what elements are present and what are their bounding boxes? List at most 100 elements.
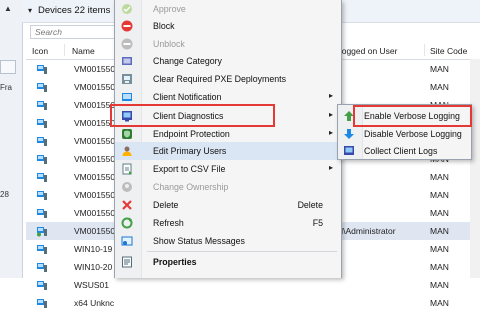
device-name: VM001550 <box>74 172 116 182</box>
computer-icon <box>37 245 47 254</box>
menu-label: Clear Required PXE Deployments <box>153 74 286 84</box>
site-code: MAN <box>430 64 449 74</box>
submenu-label: Disable Verbose Logging <box>364 129 462 139</box>
computer-icon <box>37 227 47 237</box>
site-code: MAN <box>430 244 449 254</box>
collapse-arrow-icon[interactable]: ▲ <box>4 4 12 13</box>
table-row[interactable]: WSUS01 MAN <box>26 276 480 294</box>
pxe-icon <box>122 74 132 84</box>
device-name: VM001550 <box>74 136 116 146</box>
menu-item-show-status[interactable]: Show Status Messages <box>115 232 341 250</box>
search-placeholder: Search <box>35 27 62 37</box>
status-messages-icon <box>121 236 133 246</box>
menu-item-delete[interactable]: Delete Delete <box>115 196 341 214</box>
device-name: WIN10-19 <box>74 244 113 254</box>
context-menu: Approve Block Unblock Change Category Cl… <box>114 0 342 278</box>
collect-logs-icon <box>344 146 354 155</box>
device-name: WIN10-20 <box>74 262 113 272</box>
device-name: VM001550 <box>74 82 116 92</box>
left-panel-text: Fra <box>0 83 12 92</box>
submenu-arrow-icon: ▸ <box>328 110 333 119</box>
device-name: VM001550 <box>74 154 116 164</box>
notification-icon <box>122 93 132 101</box>
column-site-code[interactable]: Site Code <box>430 46 467 56</box>
computer-icon <box>37 173 47 182</box>
chevron-down-icon[interactable]: ▾ <box>28 6 32 15</box>
menu-item-export-csv[interactable]: Export to CSV File ▸ <box>115 160 341 178</box>
menu-shortcut: Delete <box>297 200 323 210</box>
devices-title: Devices 22 items <box>38 5 111 16</box>
column-separator <box>424 44 425 56</box>
highlight-enable-verbose <box>353 105 472 127</box>
ownership-icon <box>122 182 132 192</box>
category-icon <box>122 57 132 65</box>
menu-label: Client Notification <box>153 92 222 102</box>
menu-item-change-ownership[interactable]: Change Ownership <box>115 178 341 196</box>
menu-item-clear-pxe[interactable]: Clear Required PXE Deployments <box>115 70 341 88</box>
menu-item-edit-primary-users[interactable]: Edit Primary Users <box>115 142 341 160</box>
search-input[interactable]: Search <box>30 25 122 39</box>
device-name: VM001550 <box>74 208 116 218</box>
computer-icon <box>37 65 47 74</box>
site-code: MAN <box>430 226 449 236</box>
computer-icon <box>37 281 47 290</box>
highlight-client-diagnostics <box>110 104 275 127</box>
export-icon <box>122 163 132 175</box>
menu-item-endpoint-protection[interactable]: Endpoint Protection ▸ <box>115 125 341 143</box>
computer-icon <box>37 191 47 200</box>
menu-label: Endpoint Protection <box>153 129 230 139</box>
submenu-item-disable-verbose[interactable]: Disable Verbose Logging <box>338 125 471 143</box>
menu-label: Delete <box>153 200 179 210</box>
menu-label: Change Category <box>153 56 222 66</box>
menu-label: Block <box>153 21 175 31</box>
approve-icon <box>122 4 132 14</box>
menu-label: Change Ownership <box>153 182 229 192</box>
menu-label: Show Status Messages <box>153 236 245 246</box>
device-name: VM001550 <box>74 118 116 128</box>
computer-icon <box>37 299 47 308</box>
vertical-scrollbar[interactable] <box>470 59 480 278</box>
table-row[interactable]: x64 Unknc MAN <box>26 294 480 312</box>
refresh-icon <box>121 217 133 229</box>
submenu-arrow-icon: ▸ <box>328 91 333 100</box>
menu-label: Properties <box>153 257 197 267</box>
device-name: x64 Unknc <box>74 298 115 308</box>
site-code: MAN <box>430 190 449 200</box>
column-icon[interactable]: Icon <box>32 46 48 56</box>
logged-on-user: N\Administrator <box>337 226 396 236</box>
site-code: MAN <box>430 172 449 182</box>
left-panel-button[interactable] <box>0 60 16 74</box>
device-name: VM001550 <box>74 190 116 200</box>
menu-item-change-category[interactable]: Change Category <box>115 52 341 70</box>
site-code: MAN <box>430 82 449 92</box>
submenu-item-collect-logs[interactable]: Collect Client Logs <box>338 142 471 160</box>
menu-label: Export to CSV File <box>153 164 226 174</box>
left-panel: ▲ Fra 28 <box>0 0 23 278</box>
menu-label: Approve <box>153 4 186 14</box>
device-name: WSUS01 <box>74 280 109 290</box>
menu-item-block[interactable]: Block <box>115 17 341 35</box>
site-code: MAN <box>430 208 449 218</box>
column-separator <box>64 44 65 56</box>
left-panel-number: 28 <box>0 190 9 199</box>
device-name: VM001550 <box>74 226 116 236</box>
menu-item-refresh[interactable]: Refresh F5 <box>115 214 341 232</box>
site-code: MAN <box>430 298 449 308</box>
computer-icon <box>37 83 47 92</box>
site-code: MAN <box>430 262 449 272</box>
delete-icon <box>122 200 132 210</box>
menu-item-unblock[interactable]: Unblock <box>115 35 341 53</box>
column-name[interactable]: Name <box>72 46 95 56</box>
menu-label: Unblock <box>153 39 185 49</box>
menu-item-properties[interactable]: Properties <box>115 253 341 271</box>
column-logged-on-user[interactable]: Logged on User <box>337 46 398 56</box>
shield-icon <box>122 129 132 139</box>
menu-item-approve[interactable]: Approve <box>115 0 341 18</box>
computer-icon <box>37 101 47 110</box>
site-code: MAN <box>430 280 449 290</box>
computer-icon <box>37 137 47 146</box>
menu-shortcut: F5 <box>312 218 323 228</box>
block-icon <box>121 20 133 32</box>
menu-label: Refresh <box>153 218 184 228</box>
device-name: VM001550 <box>74 64 116 74</box>
